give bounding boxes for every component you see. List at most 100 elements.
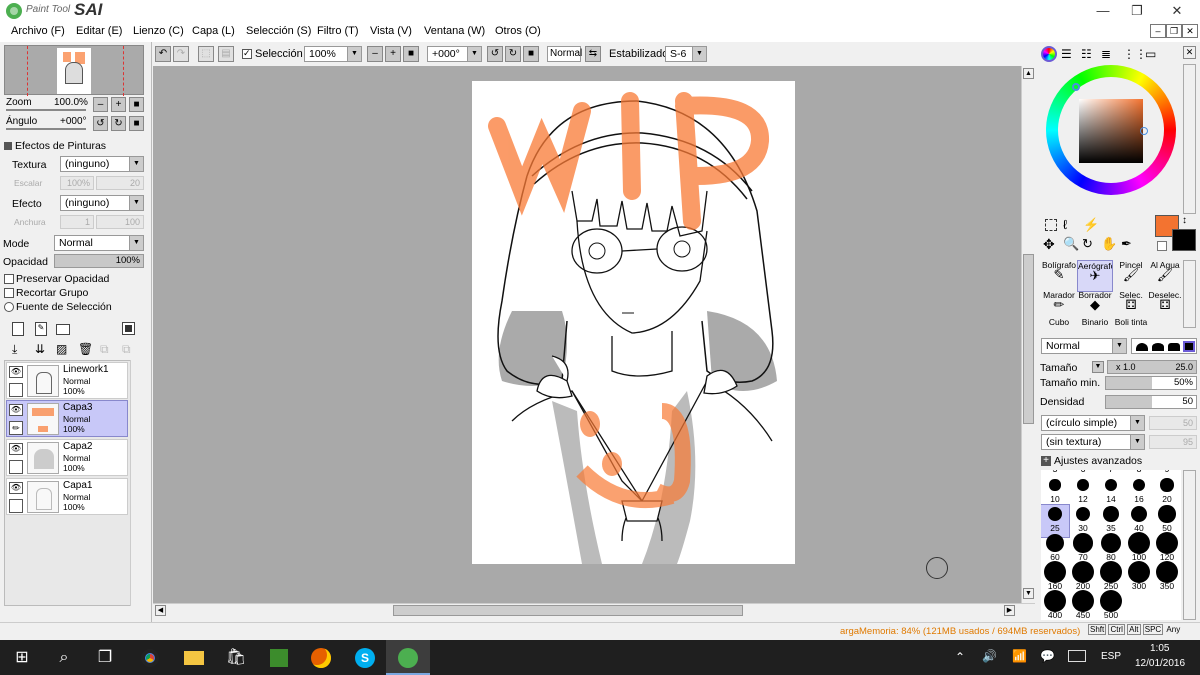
size-grid-scrollbar[interactable] xyxy=(1183,470,1196,620)
angle-slider[interactable] xyxy=(6,128,86,130)
rotate-right-button[interactable]: ↻ xyxy=(111,116,126,131)
brush-size-option[interactable]: 12 xyxy=(1069,476,1097,508)
mixer-tab-icon[interactable]: ≣ xyxy=(1101,48,1115,60)
zoom-slider[interactable] xyxy=(6,109,86,111)
scroll-up-icon[interactable]: ▲ xyxy=(1023,68,1034,79)
mdi-close-button[interactable]: ✕ xyxy=(1182,24,1198,38)
toolbar-zoom-in-button[interactable]: + xyxy=(385,46,401,62)
transparent-color-icon[interactable] xyxy=(1157,241,1167,251)
scratchpad-tab-icon[interactable]: ▭ xyxy=(1145,48,1159,60)
clock-date[interactable]: 12/01/2016 xyxy=(1135,658,1185,669)
brush-texture-num[interactable]: 95 xyxy=(1149,435,1197,449)
brush-size-option[interactable]: 400 xyxy=(1041,590,1069,620)
show-hidden-icons-icon[interactable]: ⌃ xyxy=(955,650,965,664)
clip-group-checkbox[interactable] xyxy=(4,288,14,298)
brush-size-option[interactable]: 20 xyxy=(1153,476,1181,508)
size-mult-dropdown-icon[interactable]: ▼ xyxy=(1092,361,1104,373)
angle-select[interactable]: +000° xyxy=(427,46,482,62)
tool-deselec[interactable]: Deselec. ⚃ xyxy=(1147,290,1183,322)
eye-icon[interactable]: 👁 xyxy=(9,443,23,455)
mdi-restore-button[interactable]: ❐ xyxy=(1166,24,1182,38)
minecraft-icon[interactable] xyxy=(257,640,301,675)
right-panel-scrollbar[interactable] xyxy=(1183,64,1196,214)
color-wheel-tab-icon[interactable] xyxy=(1041,46,1057,62)
width-num[interactable]: 100 xyxy=(96,215,144,229)
canvas-horizontal-scrollbar[interactable]: ◀ ▶ xyxy=(153,603,1035,618)
deselect-button[interactable]: ⬚ xyxy=(198,46,214,62)
brush-tip-shapes[interactable] xyxy=(1131,338,1197,354)
layer-lock-box[interactable] xyxy=(9,460,23,474)
zoom-in-button[interactable]: + xyxy=(111,97,126,112)
swap-colors-icon[interactable]: ↕ xyxy=(1182,215,1187,226)
eye-icon[interactable]: 👁 xyxy=(9,482,23,494)
zoom-reset-button[interactable]: ■ xyxy=(129,97,144,112)
density-slider[interactable]: 50 xyxy=(1105,395,1197,409)
volume-icon[interactable]: 🔊 xyxy=(982,649,997,663)
layer-list-scrollbar[interactable] xyxy=(130,360,144,606)
close-button[interactable]: ✕ xyxy=(1154,0,1200,22)
layer-lock-box[interactable] xyxy=(9,383,23,397)
delete-layer-icon[interactable]: 🗑 xyxy=(78,342,93,356)
hand-icon[interactable]: ✋ xyxy=(1101,236,1117,252)
paint-tool-sai-taskbar-icon[interactable] xyxy=(386,640,430,675)
drawing-canvas[interactable] xyxy=(472,81,795,564)
brush-size-option[interactable]: 16 xyxy=(1125,476,1153,508)
menu-otros[interactable]: Otros (O) xyxy=(495,25,541,37)
menu-capa[interactable]: Capa (L) xyxy=(192,25,235,37)
keyboard-icon[interactable] xyxy=(1068,650,1086,662)
layer-lock-box[interactable] xyxy=(9,499,23,513)
task-view-icon[interactable]: ❐ xyxy=(83,640,127,675)
canvas-area[interactable] xyxy=(153,66,1021,603)
rgb-slider-tab-icon[interactable]: ☰ xyxy=(1061,48,1075,60)
tool-boligrafo[interactable]: Bolígrafo ✎ xyxy=(1041,260,1077,292)
collapse-icon[interactable] xyxy=(4,142,12,150)
canvas-vertical-scrollbar[interactable]: ▲ ▼ xyxy=(1021,66,1035,603)
invert-selection-button[interactable]: ▤ xyxy=(218,46,234,62)
layer-row-capa3[interactable]: 👁 ✏ Capa3 Normal 100% xyxy=(6,400,128,437)
clock-time[interactable]: 1:05 xyxy=(1150,643,1169,654)
menu-vista[interactable]: Vista (V) xyxy=(370,25,412,37)
brush-size-option[interactable]: 30 xyxy=(1069,505,1097,537)
menu-ventana[interactable]: Ventana (W) xyxy=(424,25,485,37)
size-slider[interactable]: x 1.0 25.0 xyxy=(1107,360,1197,374)
tool-binario[interactable]: Binario xyxy=(1077,317,1113,331)
store-icon[interactable]: 🛍 xyxy=(214,640,258,675)
toolbar-rotate-right-button[interactable]: ↻ xyxy=(505,46,521,62)
blend-mode-field[interactable]: Normal xyxy=(547,46,582,62)
windows-start-icon[interactable]: ⊞ xyxy=(0,640,44,675)
stabilizer-select[interactable]: S-6 xyxy=(665,46,707,62)
eye-icon[interactable]: 👁 xyxy=(9,366,23,378)
brush-shape-select[interactable]: (círculo simple) xyxy=(1041,415,1145,431)
wifi-icon[interactable]: 📶 xyxy=(1012,649,1027,663)
transfer-down-icon[interactable]: ⤓ xyxy=(12,342,26,356)
layer-mode-select[interactable]: Normal xyxy=(54,235,144,251)
opacity-slider[interactable]: 100% xyxy=(54,254,144,268)
effect-select[interactable]: (ninguno) xyxy=(60,195,144,211)
scroll-left-icon[interactable]: ◀ xyxy=(155,605,166,616)
tool-pincel[interactable]: Pincel 🖌 xyxy=(1113,260,1149,292)
layer-row-linework1[interactable]: 👁 Linework1 Normal 100% xyxy=(6,362,128,399)
brush-size-option[interactable]: 350 xyxy=(1153,561,1181,595)
menu-editar[interactable]: Editar (E) xyxy=(76,25,122,37)
zoom-select[interactable]: 100% xyxy=(304,46,362,62)
layer-mask-icon[interactable] xyxy=(122,322,135,335)
merge-down-icon[interactable]: ⇊ xyxy=(35,342,49,356)
mdi-minimize-button[interactable]: – xyxy=(1150,24,1166,38)
lasso-icon[interactable]: ℓ xyxy=(1063,217,1067,232)
toolbar-zoom-out-button[interactable]: – xyxy=(367,46,383,62)
selection-checkbox[interactable]: ✓ xyxy=(242,48,252,59)
navigator-preview[interactable] xyxy=(4,45,144,96)
scale-field[interactable]: 100% xyxy=(60,176,94,190)
menu-lienzo[interactable]: Lienzo (C) xyxy=(133,25,184,37)
brush-mode-select[interactable]: Normal xyxy=(1041,338,1127,354)
preserve-opacity-checkbox[interactable] xyxy=(4,274,14,284)
toolbar-zoom-reset-button[interactable]: ■ xyxy=(403,46,419,62)
firefox-icon[interactable] xyxy=(299,640,343,675)
brush-size-option[interactable]: 25 xyxy=(1041,504,1070,538)
scroll-right-icon[interactable]: ▶ xyxy=(1004,605,1015,616)
flip-canvas-button[interactable]: ⇆ xyxy=(585,46,601,62)
brush-size-option[interactable]: 10 xyxy=(1041,476,1069,508)
move-icon[interactable]: ✥ xyxy=(1043,236,1055,253)
file-explorer-icon[interactable] xyxy=(172,640,216,675)
tool-aerografo[interactable]: Aerógrafo ✈ xyxy=(1077,260,1113,292)
